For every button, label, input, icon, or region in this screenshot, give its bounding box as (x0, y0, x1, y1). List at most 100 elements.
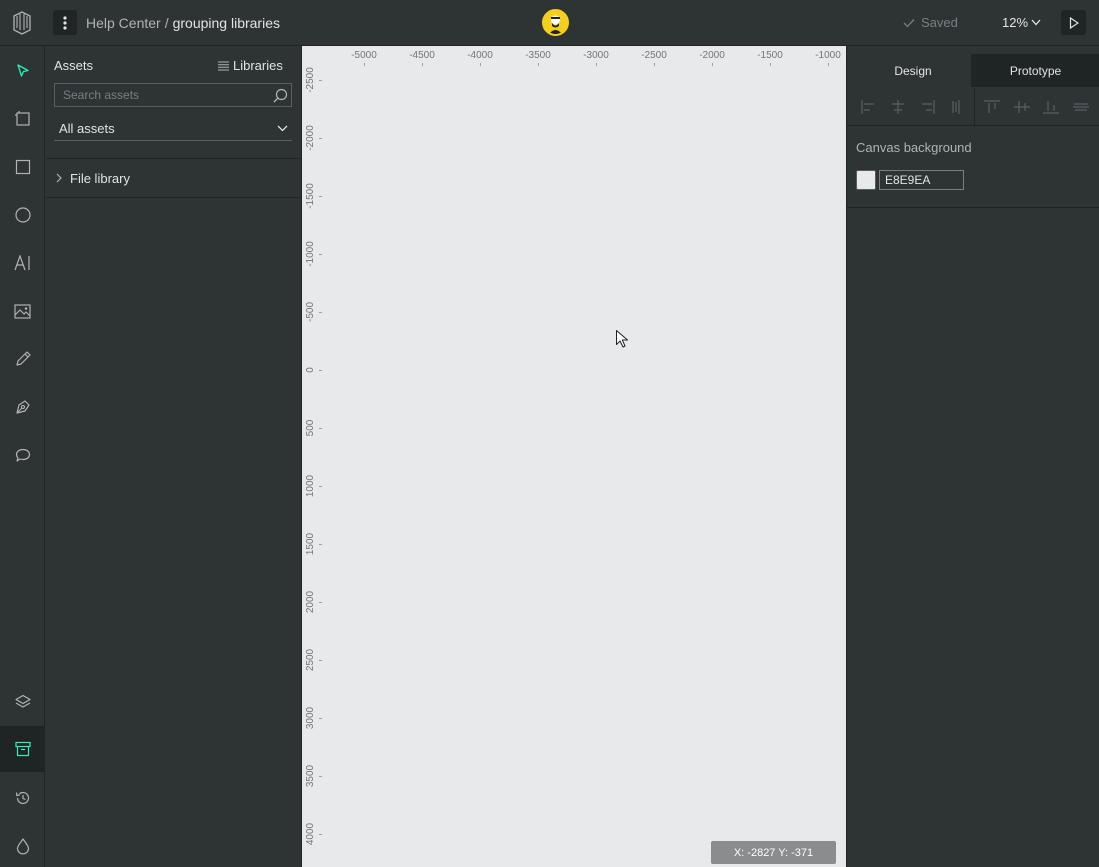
align-bottom-icon[interactable] (1042, 98, 1060, 116)
assets-panel: Assets Libraries All assets (46, 46, 302, 867)
ruler-x-tick-mark (654, 63, 655, 66)
ruler-x-tick-label: -3500 (525, 50, 551, 61)
move-tool-icon (16, 64, 29, 77)
layers-button[interactable] (0, 680, 45, 724)
ruler-x-tick-mark (538, 63, 539, 66)
ruler-y-tick-mark (319, 718, 322, 719)
ruler-x-tick-label: -3000 (583, 50, 609, 61)
distribute-vertical-icon[interactable] (1072, 98, 1090, 116)
penpot-logo-icon[interactable] (8, 8, 36, 36)
ruler-y-tick-mark (319, 834, 322, 835)
text-tool-icon (13, 255, 30, 271)
file-library-section[interactable]: File library (46, 159, 302, 198)
ruler-y-tick-label: 500 (305, 419, 316, 437)
breadcrumb-separator: / (164, 15, 169, 31)
libraries-label: Libraries (233, 58, 283, 73)
ellipse-tool[interactable] (0, 193, 45, 237)
ruler-y-tick-label: 2500 (305, 648, 316, 672)
ruler-y-tick-mark (319, 486, 322, 487)
canvas-background-hex-input[interactable]: E8E9EA (879, 170, 964, 190)
search-assets-input[interactable] (55, 84, 269, 106)
ruler-y-tick-label: -1000 (305, 241, 316, 267)
layers-icon (14, 694, 31, 708)
distribute-horizontal-icon[interactable] (947, 98, 965, 116)
ruler-x-tick-mark (422, 63, 423, 66)
ruler-y-tick-label: -500 (305, 301, 316, 323)
search-assets-box (54, 83, 292, 107)
ruler-x-tick-label: -1500 (757, 50, 783, 61)
design-panel: Design Prototype Canvas background E8E9E… (846, 46, 1099, 867)
path-tool-icon (15, 400, 30, 414)
image-tool[interactable] (0, 289, 45, 333)
color-palette-button[interactable] (0, 824, 45, 867)
ruler-y-tick-mark (319, 602, 322, 603)
ruler-y-tick-mark (319, 428, 322, 429)
ruler-y-tick-label: 1000 (305, 474, 316, 498)
path-tool[interactable] (0, 385, 45, 429)
saved-label: Saved (921, 15, 958, 30)
align-vertical-center-icon[interactable] (1013, 98, 1031, 116)
color-palette-icon (16, 837, 29, 854)
rectangle-tool-icon (15, 159, 30, 175)
ruler-x-tick-mark (364, 63, 365, 66)
save-status: Saved (903, 15, 958, 30)
top-bar: Help Center / grouping libraries Saved 12% (0, 0, 1099, 46)
align-separator (974, 88, 975, 126)
history-button[interactable] (0, 776, 45, 820)
libraries-button[interactable]: Libraries (218, 58, 283, 73)
project-name[interactable]: Help Center (86, 15, 161, 31)
chevron-down-icon (1031, 19, 1041, 26)
search-icon[interactable] (269, 88, 291, 103)
left-toolbar (0, 46, 45, 867)
file-name[interactable]: grouping libraries (173, 15, 280, 31)
design-canvas[interactable]: -5000 -4500 -4000 -3500 -3000 -2500 -2000 -1500… (302, 46, 846, 867)
ruler-y-tick-label: 0 (305, 367, 316, 373)
view-mode-play-button[interactable] (1061, 10, 1086, 35)
align-horizontal-center-icon[interactable] (889, 98, 907, 116)
assets-filter-value: All assets (59, 121, 115, 136)
ruler-x-tick-mark (828, 63, 829, 66)
rectangle-tool[interactable] (0, 145, 45, 189)
ruler-y-tick-mark (319, 196, 322, 197)
curve-tool-icon (15, 351, 31, 366)
horizontal-ruler: -5000 -4500 -4000 -3500 -3000 -2500 -2000 -1500… (302, 46, 846, 66)
canvas-background-swatch[interactable] (856, 170, 876, 190)
tab-design[interactable]: Design (855, 54, 971, 87)
align-right-icon[interactable] (918, 98, 936, 116)
canvas-background-title: Canvas background (856, 140, 972, 155)
ruler-y-tick-label: 3000 (305, 706, 316, 730)
check-icon (903, 18, 915, 27)
ruler-y-tick-label: -1500 (305, 183, 316, 209)
image-tool-icon (14, 303, 31, 319)
ruler-y-tick-label: 1500 (305, 532, 316, 556)
assets-filter-select[interactable]: All assets (54, 117, 292, 141)
list-icon (218, 61, 229, 70)
move-tool[interactable] (0, 49, 45, 93)
file-library-label: File library (70, 170, 130, 186)
board-tool-icon (14, 111, 30, 126)
board-tool[interactable] (0, 97, 45, 141)
align-top-icon[interactable] (983, 98, 1001, 116)
ruler-x-tick-mark (712, 63, 713, 66)
user-avatar[interactable] (542, 9, 569, 36)
panel-divider (847, 207, 1099, 208)
text-tool[interactable] (0, 241, 45, 285)
app-window: Help Center / grouping libraries Saved 12% (0, 0, 1099, 867)
ruler-x-tick-mark (596, 63, 597, 66)
align-toolbar (847, 88, 1099, 126)
ruler-x-tick-label: -4500 (409, 50, 435, 61)
play-icon (1069, 16, 1079, 29)
main-menu-button[interactable] (53, 10, 77, 35)
comments-tool[interactable] (0, 433, 45, 477)
ruler-y-tick-mark (319, 660, 322, 661)
tab-prototype[interactable]: Prototype (971, 54, 1099, 87)
ruler-x-tick-label: -4000 (467, 50, 493, 61)
ruler-x-tick-label: -5000 (351, 50, 377, 61)
ruler-y-tick-label: 2000 (305, 590, 316, 614)
align-left-icon[interactable] (860, 98, 878, 116)
ruler-y-tick-mark (319, 138, 322, 139)
assets-button[interactable] (0, 726, 45, 772)
zoom-dropdown[interactable]: 12% (1002, 15, 1041, 30)
curve-tool[interactable] (0, 337, 45, 381)
ellipse-tool-icon (14, 207, 31, 223)
